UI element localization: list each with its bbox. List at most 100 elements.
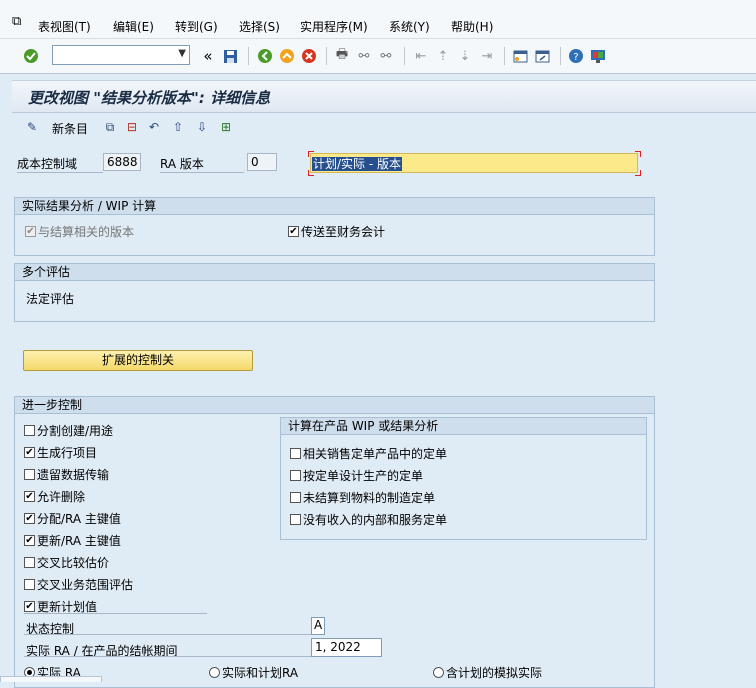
period-input[interactable]: 1, 2022 <box>311 638 382 657</box>
internal-service-order-checkbox[interactable]: 没有收入的内部和服务定单 <box>290 511 447 528</box>
sales-order-label: 相关销售定单产品中的定单 <box>303 447 448 461</box>
delete-icon[interactable]: ⊟ <box>124 119 140 135</box>
menu-utilities[interactable]: 实用程序(M) <box>300 18 368 35</box>
checkbox-box[interactable]: ✔ <box>288 226 299 237</box>
radio-button[interactable] <box>209 667 220 678</box>
menu-table-view[interactable]: 表视图(T) <box>38 18 91 35</box>
menu-system[interactable]: 系统(Y) <box>389 18 430 35</box>
allow-deletion-label: 允许删除 <box>37 490 86 504</box>
transfer-fi-checkbox[interactable]: ✔ 传送至财务会计 <box>288 223 385 240</box>
radio-actual-and-plan-ra[interactable]: 实际和计划RA <box>209 664 298 681</box>
command-field[interactable]: ▼ <box>52 45 190 65</box>
unsettled-mfg-order-label: 未结算到物料的制造定单 <box>303 491 436 505</box>
internal-service-order-label: 没有收入的内部和服务定单 <box>303 513 448 527</box>
multi-valuation-group-title: 多个评估 <box>15 264 654 281</box>
menu-edit[interactable]: 编辑(E) <box>113 18 154 35</box>
checkbox-box[interactable]: ✔ <box>24 601 35 612</box>
help-icon[interactable]: ? <box>567 47 585 65</box>
menu-help[interactable]: 帮助(H) <box>451 18 493 35</box>
settlement-version-checkbox[interactable]: ✔ 与结算相关的版本 <box>25 223 134 240</box>
actual-ra-group-title: 实际结果分析 / WIP 计算 <box>15 198 654 215</box>
exit-icon[interactable] <box>278 47 296 65</box>
multi-valuation-group: 多个评估 法定评估 <box>14 263 655 322</box>
new-entries-button[interactable]: 新条目 <box>52 120 88 137</box>
checkbox-box[interactable] <box>24 579 35 590</box>
allow-deletion-checkbox[interactable]: ✔ 允许删除 <box>24 488 85 505</box>
undo-icon[interactable]: ↶ <box>146 119 162 135</box>
next-entry-icon[interactable]: ⇩ <box>194 119 210 135</box>
first-page-icon[interactable]: ⇤ <box>412 47 430 65</box>
checkbox-box[interactable] <box>290 492 301 503</box>
checkbox-box[interactable] <box>24 469 35 480</box>
further-control-group-title: 进一步控制 <box>15 397 654 414</box>
save-icon[interactable] <box>221 47 239 65</box>
split-creation-checkbox[interactable]: 分割创建/用途 <box>24 422 113 439</box>
checkbox-box[interactable] <box>290 470 301 481</box>
assign-ra-key-label: 分配/RA 主键值 <box>37 512 121 526</box>
last-page-icon[interactable]: ⇥ <box>478 47 496 65</box>
version-text-input[interactable]: 计划/实际 - 版本 <box>310 153 638 173</box>
co-area-field: 6888 <box>103 153 141 171</box>
print-icon[interactable]: 🖶 <box>333 47 351 65</box>
chevron-down-icon[interactable]: ▼ <box>178 48 186 59</box>
checkbox-box[interactable]: ✔ <box>24 535 35 546</box>
checkbox-box[interactable] <box>24 557 35 568</box>
previous-entry-icon[interactable]: ⇧ <box>170 119 186 135</box>
svg-text:?: ? <box>573 52 578 63</box>
find-icon[interactable]: ⚯ <box>355 47 373 65</box>
co-area-label: 成本控制域 <box>17 155 103 173</box>
next-page-icon[interactable]: ⇣ <box>456 47 474 65</box>
actual-ra-group: 实际结果分析 / WIP 计算 ✔ 与结算相关的版本 ✔ 传送至财务会计 <box>14 197 655 256</box>
checkbox-box[interactable] <box>24 425 35 436</box>
generate-line-items-label: 生成行项目 <box>37 446 98 460</box>
generate-line-items-checkbox[interactable]: ✔ 生成行项目 <box>24 444 97 461</box>
checkbox-box[interactable]: ✔ <box>24 491 35 502</box>
ra-version-field: 0 <box>247 153 277 171</box>
settlement-version-label: 与结算相关的版本 <box>38 225 135 239</box>
checkbox-box[interactable]: ✔ <box>25 226 36 237</box>
cross-comparison-valuation-checkbox[interactable]: 交叉比较估价 <box>24 554 109 571</box>
update-ra-key-label: 更新/RA 主键值 <box>37 534 121 548</box>
menu-goto[interactable]: 转到(G) <box>175 18 218 35</box>
back-icon[interactable] <box>256 47 274 65</box>
radio-simulated-actual[interactable]: 含计划的模拟实际 <box>433 664 542 681</box>
checkbox-box[interactable]: ✔ <box>24 447 35 458</box>
legacy-data-transfer-label: 遗留数据传输 <box>37 468 110 482</box>
select-all-icon[interactable]: ⊞ <box>218 119 234 135</box>
status-control-input[interactable]: A <box>311 617 325 635</box>
customize-layout-icon[interactable] <box>589 47 607 65</box>
copy-icon[interactable]: ⧉ <box>102 119 118 135</box>
legacy-data-transfer-checkbox[interactable]: 遗留数据传输 <box>24 466 109 483</box>
cross-business-area-checkbox[interactable]: 交叉业务范围评估 <box>24 576 133 593</box>
back-double-icon[interactable]: « <box>199 47 217 65</box>
sales-order-checkbox[interactable]: 相关销售定单产品中的定单 <box>290 445 447 462</box>
menu-selection[interactable]: 选择(S) <box>239 18 280 35</box>
status-bar-stub <box>0 676 102 682</box>
wip-calc-group: 计算在产品 WIP 或结果分析 相关销售定单产品中的定单 按定单设计生产的定单 … <box>280 417 647 540</box>
find-next-icon[interactable]: ⚯ <box>377 47 395 65</box>
cross-business-area-label: 交叉业务范围评估 <box>37 578 134 592</box>
prev-page-icon[interactable]: ⇡ <box>434 47 452 65</box>
wip-calc-group-title: 计算在产品 WIP 或结果分析 <box>281 418 646 435</box>
unsettled-mfg-order-checkbox[interactable]: 未结算到物料的制造定单 <box>290 489 435 506</box>
assign-ra-key-checkbox[interactable]: ✔ 分配/RA 主键值 <box>24 510 121 527</box>
system-menu-icon[interactable]: ⧉ <box>12 14 21 29</box>
checkbox-box[interactable] <box>290 514 301 525</box>
enter-icon[interactable] <box>22 47 40 65</box>
update-ra-key-checkbox[interactable]: ✔ 更新/RA 主键值 <box>24 532 121 549</box>
radio-actual-and-plan-ra-label: 实际和计划RA <box>222 666 299 680</box>
engineer-to-order-label: 按定单设计生产的定单 <box>303 469 424 483</box>
standard-toolbar: ▼ « 🖶 ⚯ ⚯ ⇤ ⇡ ⇣ ⇥ ? <box>0 39 756 74</box>
checkbox-box[interactable] <box>290 448 301 459</box>
title-bar: 更改视图 "结果分析版本": 详细信息 <box>12 80 756 113</box>
cancel-icon[interactable] <box>300 47 318 65</box>
extended-control-button[interactable]: 扩展的控制关 <box>23 350 253 371</box>
split-creation-label: 分割创建/用途 <box>37 424 114 438</box>
radio-button[interactable] <box>433 667 444 678</box>
legal-valuation-label: 法定评估 <box>26 292 75 306</box>
display-change-icon[interactable]: ✎ <box>24 119 40 135</box>
engineer-to-order-checkbox[interactable]: 按定单设计生产的定单 <box>290 467 423 484</box>
shortcut-icon[interactable] <box>533 47 551 65</box>
new-session-icon[interactable] <box>511 47 529 65</box>
checkbox-box[interactable]: ✔ <box>24 513 35 524</box>
